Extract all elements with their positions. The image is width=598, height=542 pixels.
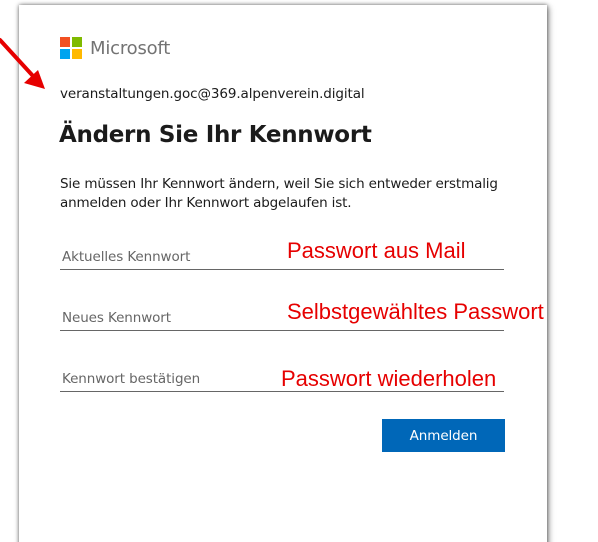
current-password-annotation: Passwort aus Mail xyxy=(287,238,466,263)
new-password-annotation: Selbstgewähltes Passwort xyxy=(287,299,544,324)
page-description: Sie müssen Ihr Kennwort ändern, weil Sie… xyxy=(60,176,498,211)
page-title: Ändern Sie Ihr Kennwort xyxy=(59,122,372,148)
microsoft-logo: Microsoft xyxy=(60,37,170,59)
confirm-password-annotation: Passwort wiederholen xyxy=(281,366,497,391)
screenshot-stage: Microsoft veranstaltungen.goc@369.alpenv… xyxy=(0,0,598,542)
brand-name: Microsoft xyxy=(90,37,171,59)
sign-in-button[interactable]: Anmelden xyxy=(382,419,505,452)
microsoft-logo-icon xyxy=(60,37,82,59)
red-arrow-icon xyxy=(0,38,45,89)
account-email: veranstaltungen.goc@369.alpenverein.digi… xyxy=(60,86,365,102)
